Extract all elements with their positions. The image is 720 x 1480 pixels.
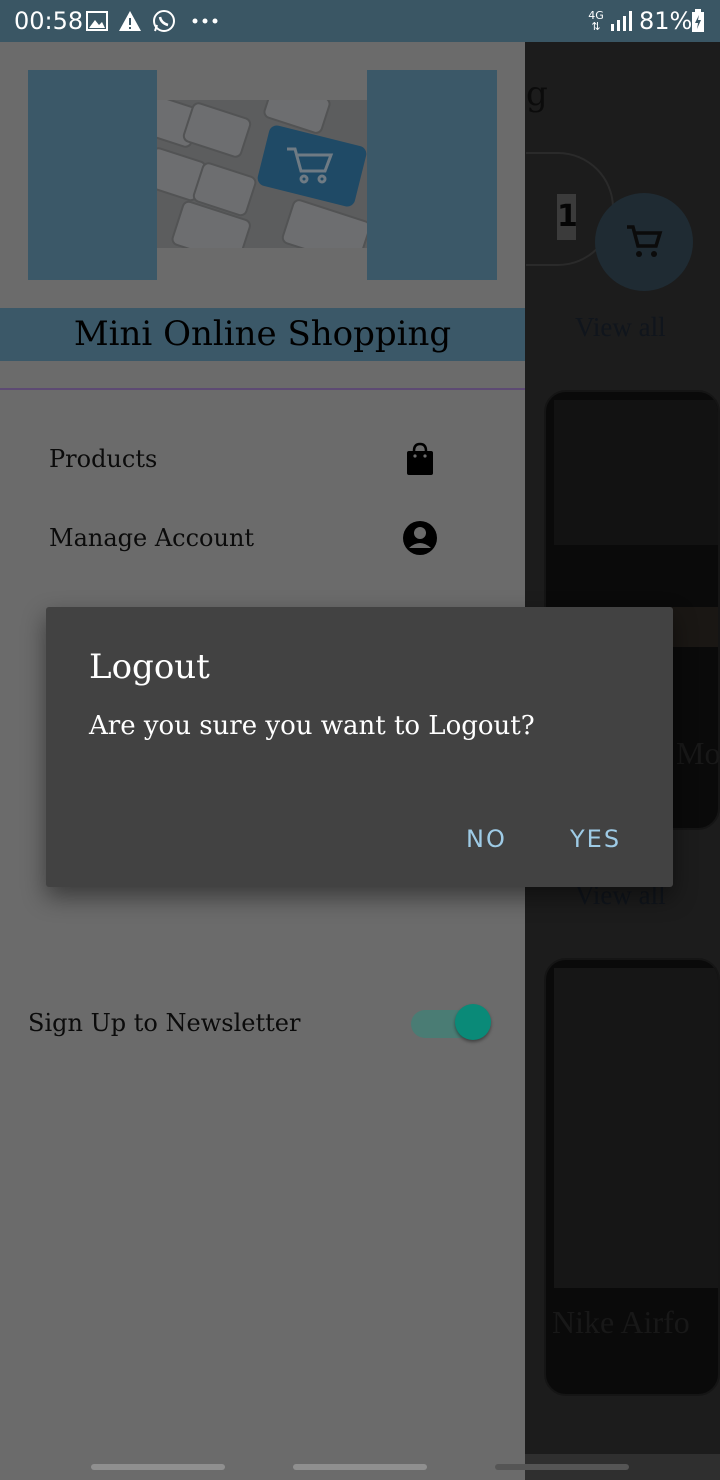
data-arrows-icon: ⇅ bbox=[591, 20, 601, 33]
account-circle-icon[interactable] bbox=[400, 518, 440, 558]
product-card-2-label: Nike Airfo bbox=[552, 1304, 690, 1340]
drawer-divider bbox=[0, 388, 525, 390]
yes-button[interactable]: YES bbox=[562, 821, 629, 857]
nav-home-pill[interactable] bbox=[293, 1464, 427, 1470]
warning-icon bbox=[118, 8, 142, 34]
newsletter-switch[interactable] bbox=[455, 1004, 491, 1040]
newsletter-label: Sign Up to Newsletter bbox=[28, 1009, 301, 1037]
keyboard-cart-image bbox=[157, 100, 367, 248]
main-title-fragment: g bbox=[526, 74, 548, 114]
menu-item-products-label[interactable]: Products bbox=[49, 445, 157, 473]
dialog-title: Logout bbox=[89, 647, 210, 687]
nav-back-pill[interactable] bbox=[495, 1464, 629, 1470]
header-block-left bbox=[28, 70, 157, 280]
no-button[interactable]: NO bbox=[458, 821, 515, 857]
whatsapp-icon bbox=[152, 8, 176, 34]
header-block-right bbox=[367, 70, 497, 280]
cart-quantity: 1 bbox=[557, 194, 578, 240]
cart-button[interactable] bbox=[595, 193, 693, 291]
system-nav-bar bbox=[0, 1454, 525, 1480]
battery-icon bbox=[690, 8, 706, 34]
dialog-message: Are you sure you want to Logout? bbox=[89, 711, 535, 741]
product-card-1-label: Mo bbox=[676, 735, 720, 771]
cart-icon bbox=[627, 225, 663, 257]
image-icon bbox=[86, 8, 108, 34]
logout-dialog: Logout Are you sure you want to Logout? … bbox=[46, 607, 673, 887]
nav-recents-pill[interactable] bbox=[91, 1464, 225, 1470]
status-time: 00:58 bbox=[14, 7, 84, 35]
battery-percent: 81% bbox=[639, 7, 693, 35]
app-title: Mini Online Shopping bbox=[73, 314, 452, 354]
menu-item-manage-account-label[interactable]: Manage Account bbox=[49, 524, 254, 552]
more-icon bbox=[192, 8, 218, 34]
status-bar: 00:58 4G ⇅ 81% bbox=[0, 0, 720, 42]
view-all-link-1[interactable]: View all bbox=[575, 312, 666, 343]
signal-icon bbox=[610, 8, 634, 34]
network-label: 4G ⇅ bbox=[585, 8, 607, 34]
shopping-bag-icon[interactable] bbox=[400, 439, 440, 479]
